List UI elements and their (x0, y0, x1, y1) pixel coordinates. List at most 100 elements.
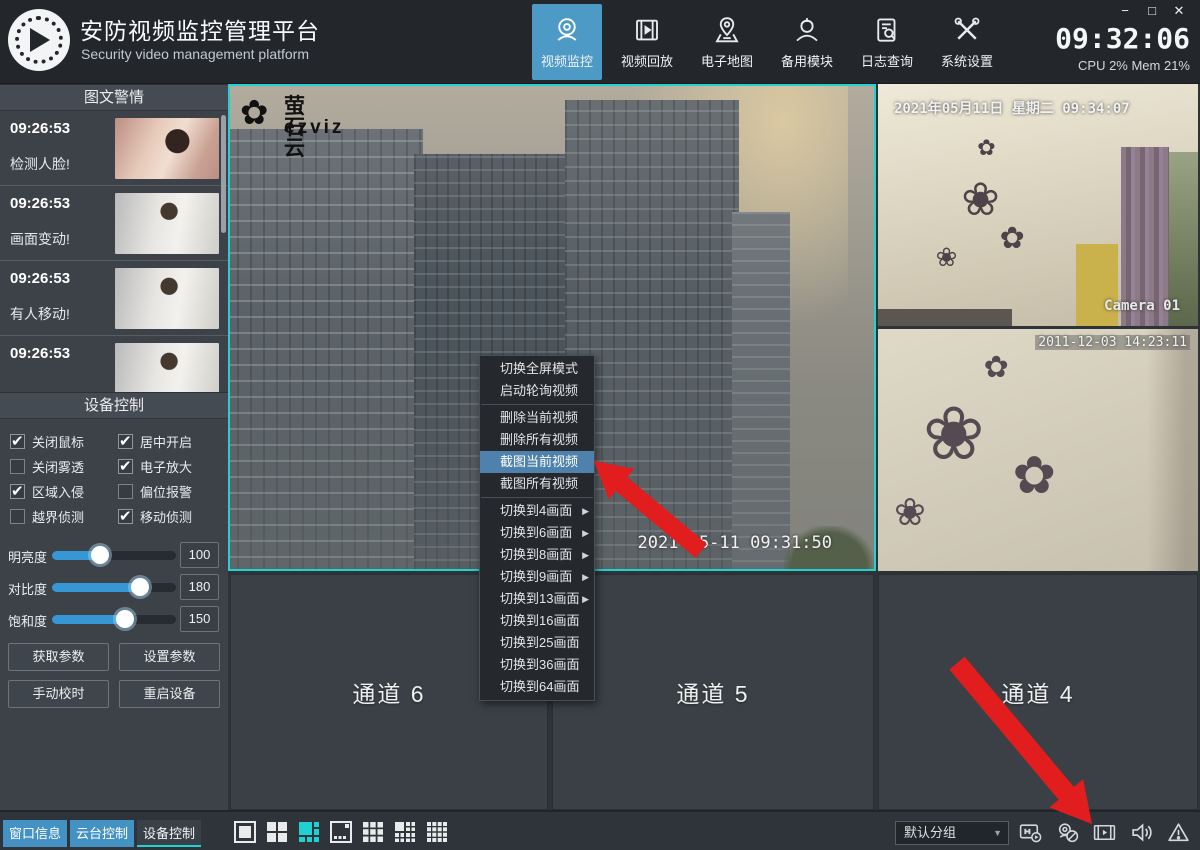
brightness-value: 100 (180, 542, 219, 568)
sidebar-tabs: 窗口信息 云台控制 设备控制 (3, 820, 201, 847)
alert-thumbnail[interactable] (115, 118, 219, 179)
brightness-track[interactable] (52, 551, 176, 560)
film-playback-icon (632, 15, 662, 45)
menu-snapshot-all[interactable]: 截图所有视频 (480, 473, 594, 495)
channel-label: 通道 6 (352, 675, 425, 709)
worker-icon (792, 15, 822, 45)
chevron-down-icon: ▼ (993, 822, 1002, 844)
contrast-track[interactable] (52, 583, 176, 592)
nav-log-query[interactable]: 日志查询 (852, 4, 922, 80)
decode-mode-icon[interactable] (1018, 820, 1043, 845)
tab-window-info[interactable]: 窗口信息 (3, 820, 67, 847)
device-control-header: 设备控制 (0, 392, 228, 419)
checkbox-icon: ✔ (118, 509, 133, 524)
alert-item[interactable]: 09:26:53 (0, 336, 228, 392)
minimize-button[interactable]: − (1116, 2, 1134, 20)
record-video-icon[interactable] (1092, 820, 1117, 845)
get-params-button[interactable]: 获取参数 (8, 643, 109, 671)
menu-switch-16[interactable]: 切换到16画面 (480, 610, 594, 632)
menu-switch-25[interactable]: 切换到25画面 (480, 632, 594, 654)
alert-scrollbar[interactable] (221, 115, 226, 233)
layout-9-icon[interactable] (362, 821, 384, 843)
bottom-toolbar: 窗口信息 云台控制 设备控制 默认分组 ▼ (0, 810, 1200, 850)
nav-system-settings[interactable]: 系统设置 (932, 4, 1002, 80)
alert-time: 09:26:53 (10, 120, 70, 137)
device-checkbox-grid: ✔ 关闭鼠标 ✔ 居中开启 关闭雾透 ✔ 电子放大 ✔ 区域入侵 (0, 419, 228, 533)
checkbox-area-intrusion[interactable]: ✔ 区域入侵 (0, 482, 108, 501)
saturation-track[interactable] (52, 615, 176, 624)
nav-backup-module[interactable]: 备用模块 (772, 4, 842, 80)
alert-thumbnail[interactable] (115, 343, 219, 392)
group-select-dropdown[interactable]: 默认分组 ▼ (895, 821, 1009, 845)
layout-6-icon-active[interactable] (298, 821, 320, 843)
saturation-thumb[interactable] (116, 610, 134, 628)
channel-label: 通道 4 (1001, 675, 1074, 709)
menu-switch-64[interactable]: 切换到64画面 (480, 676, 594, 698)
main-video-timestamp: 2021-05-11 09:31:50 (638, 533, 832, 553)
menu-fullscreen-mode[interactable]: 切换全屏模式 (480, 358, 594, 380)
menu-switch-36[interactable]: 切换到36画面 (480, 654, 594, 676)
layout-13-icon[interactable] (394, 821, 416, 843)
alert-item[interactable]: 09:26:53 检测人脸! (0, 111, 228, 186)
close-button[interactable]: ✕ (1170, 2, 1188, 20)
nav-video-monitor[interactable]: 视频监控 (532, 4, 602, 80)
layout-4-icon[interactable] (266, 821, 288, 843)
alert-time: 09:26:53 (10, 345, 70, 362)
checkbox-motion-detect[interactable]: ✔ 移动侦测 (108, 507, 216, 526)
tab-device-control[interactable]: 设备控制 (137, 820, 201, 847)
device-buttons: 获取参数 设置参数 手动校时 重启设备 (0, 635, 228, 708)
alarm-warning-icon[interactable] (1166, 820, 1191, 845)
app-logo-icon (8, 9, 70, 71)
video-channel-bottom-right[interactable]: 2011-12-03 14:23:11 (878, 329, 1198, 571)
reboot-device-button[interactable]: 重启设备 (119, 680, 220, 708)
nav-label: 日志查询 (861, 51, 913, 70)
checkbox-icon: ✔ (118, 434, 133, 449)
page-subtitle: Security video management platform (81, 46, 309, 62)
nav-emap[interactable]: 电子地图 (692, 4, 762, 80)
video-channel-top-right[interactable]: 2021年05月11日 星期二 09:34:07 Camera 01 (878, 84, 1198, 326)
camera-disable-icon[interactable] (1055, 820, 1080, 845)
submenu-arrow-icon: ▶ (582, 566, 589, 588)
layout-1-icon[interactable] (234, 821, 256, 843)
checkbox-center-open[interactable]: ✔ 居中开启 (108, 432, 216, 451)
menu-switch-13[interactable]: 切换到13画面▶ (480, 588, 594, 610)
alert-time: 09:26:53 (10, 270, 70, 287)
alert-item[interactable]: 09:26:53 有人移动! (0, 261, 228, 336)
menu-start-polling[interactable]: 启动轮询视频 (480, 380, 594, 402)
menu-snapshot-current[interactable]: 截图当前视频 (480, 451, 594, 473)
alert-thumbnail[interactable] (115, 268, 219, 329)
menu-switch-8[interactable]: 切换到8画面▶ (480, 544, 594, 566)
main-nav: 视频监控 视频回放 电子地图 (532, 0, 1012, 84)
tab-ptz-control[interactable]: 云台控制 (70, 820, 134, 847)
menu-switch-4[interactable]: 切换到4画面▶ (480, 500, 594, 522)
nav-label: 视频监控 (541, 51, 593, 70)
nav-label: 电子地图 (701, 51, 753, 70)
checkbox-digital-zoom[interactable]: ✔ 电子放大 (108, 457, 216, 476)
contrast-thumb[interactable] (131, 578, 149, 596)
submenu-arrow-icon: ▶ (582, 588, 589, 610)
menu-switch-6[interactable]: 切换到6画面▶ (480, 522, 594, 544)
page-title: 安防视频监控管理平台 (80, 12, 320, 46)
alert-item[interactable]: 09:26:53 画面变动! (0, 186, 228, 261)
checkbox-close-mouse[interactable]: ✔ 关闭鼠标 (0, 432, 108, 451)
brightness-thumb[interactable] (91, 546, 109, 564)
checkbox-offset-alarm[interactable]: 偏位报警 (108, 482, 216, 501)
alerts-header: 图文警情 (0, 84, 228, 111)
nav-label: 视频回放 (621, 51, 673, 70)
layout-16-icon[interactable] (426, 821, 448, 843)
video-channel-5[interactable]: 通道 5 (552, 574, 874, 810)
menu-delete-current[interactable]: 删除当前视频 (480, 407, 594, 429)
alert-thumbnail[interactable] (115, 193, 219, 254)
menu-delete-all[interactable]: 删除所有视频 (480, 429, 594, 451)
volume-icon[interactable] (1129, 820, 1154, 845)
menu-switch-9[interactable]: 切换到9画面▶ (480, 566, 594, 588)
maximize-button[interactable]: □ (1143, 2, 1161, 20)
set-params-button[interactable]: 设置参数 (119, 643, 220, 671)
checkbox-defog-off[interactable]: 关闭雾透 (0, 457, 108, 476)
layout-8-icon[interactable] (330, 821, 352, 843)
layout-switcher (234, 821, 448, 843)
checkbox-cross-line[interactable]: 越界侦测 (0, 507, 108, 526)
nav-video-playback[interactable]: 视频回放 (612, 4, 682, 80)
manual-time-sync-button[interactable]: 手动校时 (8, 680, 109, 708)
video-channel-4[interactable]: 通道 4 (878, 574, 1198, 810)
